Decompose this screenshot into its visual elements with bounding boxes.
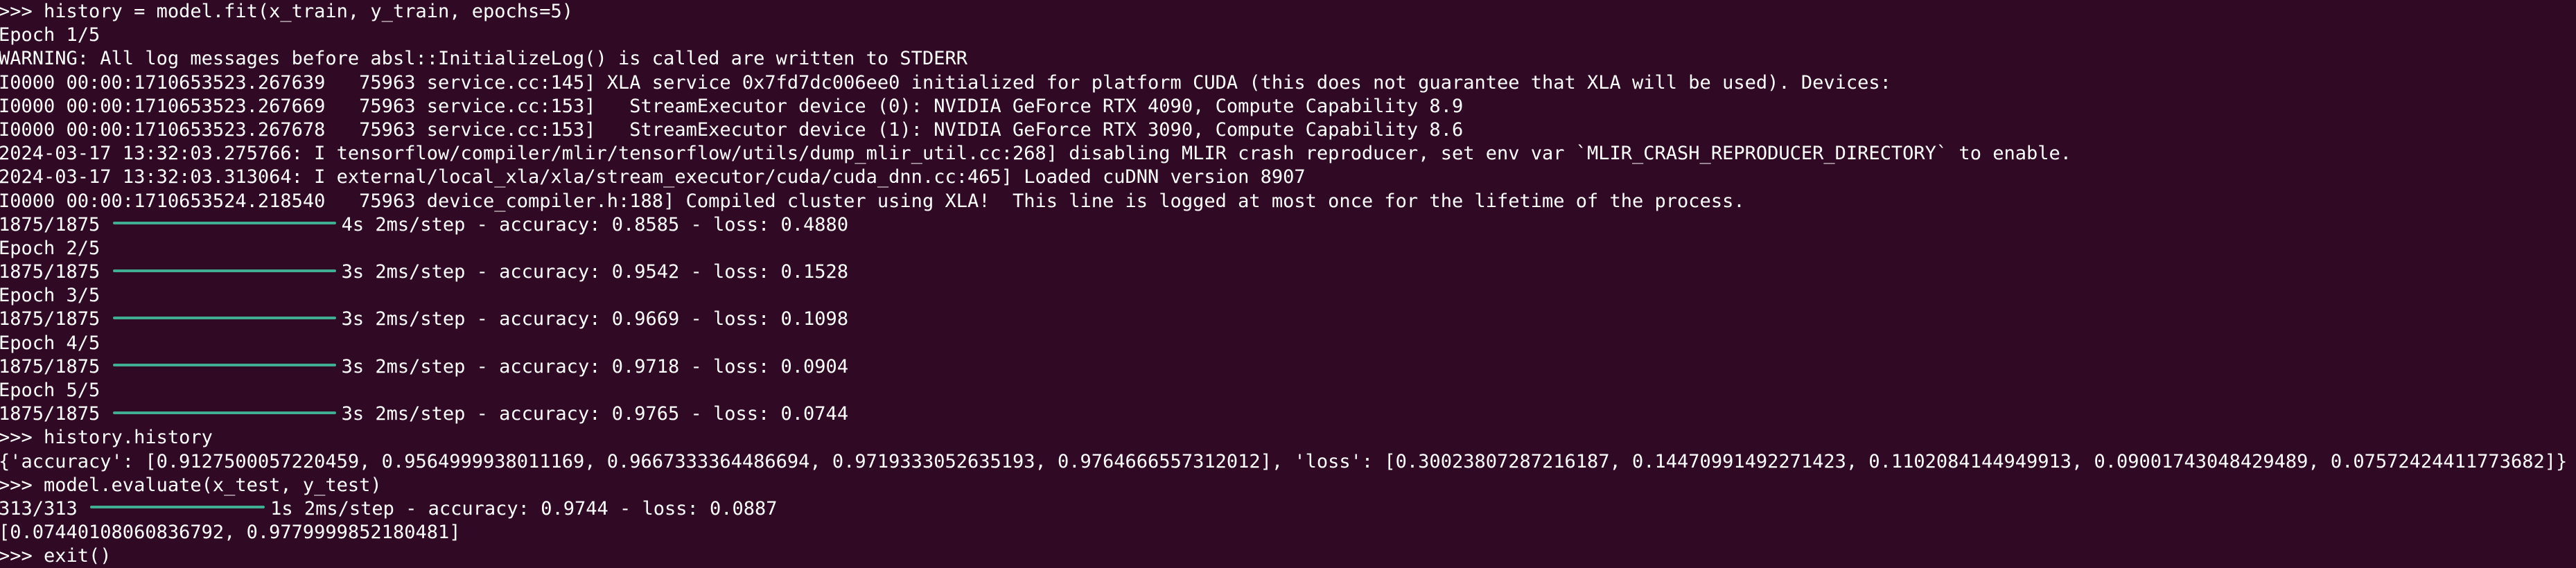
output-line: Epoch 3/5 (0, 285, 100, 307)
step-counter: 1875/1875 (0, 261, 100, 283)
step-counter: 313/313 (0, 497, 78, 520)
progress-bar (112, 222, 336, 225)
step-metrics: 3s 2ms/step - accuracy: 0.9669 - loss: 0… (341, 308, 849, 330)
output-line: 2024-03-17 13:32:03.313064: I external/l… (0, 166, 1306, 188)
progress-line: 1875/1875 3s 2ms/step - accuracy: 0.9542… (0, 260, 2575, 284)
output-line: {'accuracy': [0.9127500057220459, 0.9564… (0, 450, 2568, 472)
prompt-line: >>> model.evaluate(x_test, y_test) (0, 474, 382, 496)
step-metrics: 3s 2ms/step - accuracy: 0.9765 - loss: 0… (341, 403, 849, 425)
step-counter: 1875/1875 (0, 308, 100, 330)
output-line: WARNING: All log messages before absl::I… (0, 48, 967, 70)
progress-line: 1875/1875 3s 2ms/step - accuracy: 0.9669… (0, 308, 2575, 331)
step-metrics: 1s 2ms/step - accuracy: 0.9744 - loss: 0… (270, 497, 778, 520)
terminal-window[interactable]: >>> history = model.fit(x_train, y_train… (0, 0, 2576, 568)
terminal-output: >>> history = model.fit(x_train, y_train… (0, 0, 2575, 568)
progress-line: 1875/1875 3s 2ms/step - accuracy: 0.9765… (0, 402, 2575, 426)
output-line: I0000 00:00:1710653524.218540 75963 devi… (0, 190, 1745, 212)
output-line: Epoch 2/5 (0, 237, 100, 259)
step-counter: 1875/1875 (0, 403, 100, 425)
prompt-line: >>> exit() (0, 545, 112, 567)
output-line: Epoch 4/5 (0, 332, 100, 354)
step-counter: 1875/1875 (0, 355, 100, 378)
output-line: 2024-03-17 13:32:03.275766: I tensorflow… (0, 143, 2071, 165)
output-line: I0000 00:00:1710653523.267669 75963 serv… (0, 95, 1464, 117)
progress-bar (112, 269, 336, 272)
output-line: I0000 00:00:1710653523.267639 75963 serv… (0, 71, 1891, 94)
step-metrics: 3s 2ms/step - accuracy: 0.9542 - loss: 0… (341, 261, 849, 283)
progress-bar (90, 506, 265, 509)
prompt-line: >>> history.history (0, 427, 213, 449)
progress-line: 1875/1875 4s 2ms/step - accuracy: 0.8585… (0, 213, 2575, 237)
step-counter: 1875/1875 (0, 213, 100, 236)
progress-bar (112, 411, 336, 414)
step-metrics: 3s 2ms/step - accuracy: 0.9718 - loss: 0… (341, 355, 849, 378)
progress-line: 313/313 1s 2ms/step - accuracy: 0.9744 -… (0, 497, 2575, 521)
output-line: I0000 00:00:1710653523.267678 75963 serv… (0, 118, 1464, 141)
output-line: Epoch 1/5 (0, 24, 100, 46)
output-line: Epoch 5/5 (0, 380, 100, 401)
step-metrics: 4s 2ms/step - accuracy: 0.8585 - loss: 0… (341, 213, 849, 236)
prompt-line: >>> history = model.fit(x_train, y_train… (0, 1, 574, 22)
progress-bar (112, 364, 336, 367)
progress-line: 1875/1875 3s 2ms/step - accuracy: 0.9718… (0, 355, 2575, 379)
output-line: [0.07440108060836792, 0.9779999852180481… (0, 522, 461, 544)
progress-bar (112, 316, 336, 319)
